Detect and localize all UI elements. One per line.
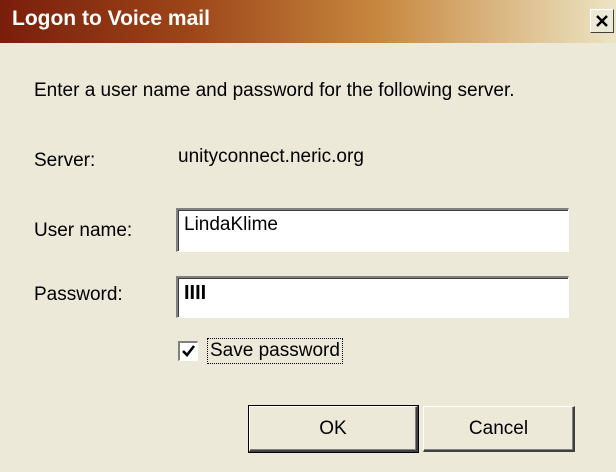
- ok-button[interactable]: OK: [248, 405, 419, 453]
- server-label: Server:: [34, 150, 96, 171]
- password-mask: IIII: [184, 282, 207, 304]
- password-label: Password:: [34, 284, 123, 305]
- close-icon: [596, 15, 608, 27]
- save-password-label[interactable]: Save password: [207, 338, 343, 364]
- title-bar: Logon to Voice mail: [0, 0, 616, 43]
- password-field[interactable]: IIII: [176, 276, 569, 318]
- window-title: Logon to Voice mail: [12, 7, 210, 30]
- checkmark-icon: [182, 345, 196, 357]
- username-field[interactable]: LindaKlime: [176, 208, 569, 252]
- close-button[interactable]: [590, 9, 614, 33]
- instruction-text: Enter a user name and password for the f…: [34, 80, 515, 101]
- username-label: User name:: [34, 220, 133, 241]
- username-value: LindaKlime: [184, 214, 278, 235]
- save-password-checkbox[interactable]: [178, 341, 198, 361]
- server-value: unityconnect.neric.org: [178, 146, 364, 167]
- logon-dialog: Logon to Voice mail Enter a user name an…: [0, 0, 616, 472]
- cancel-button[interactable]: Cancel: [423, 406, 575, 452]
